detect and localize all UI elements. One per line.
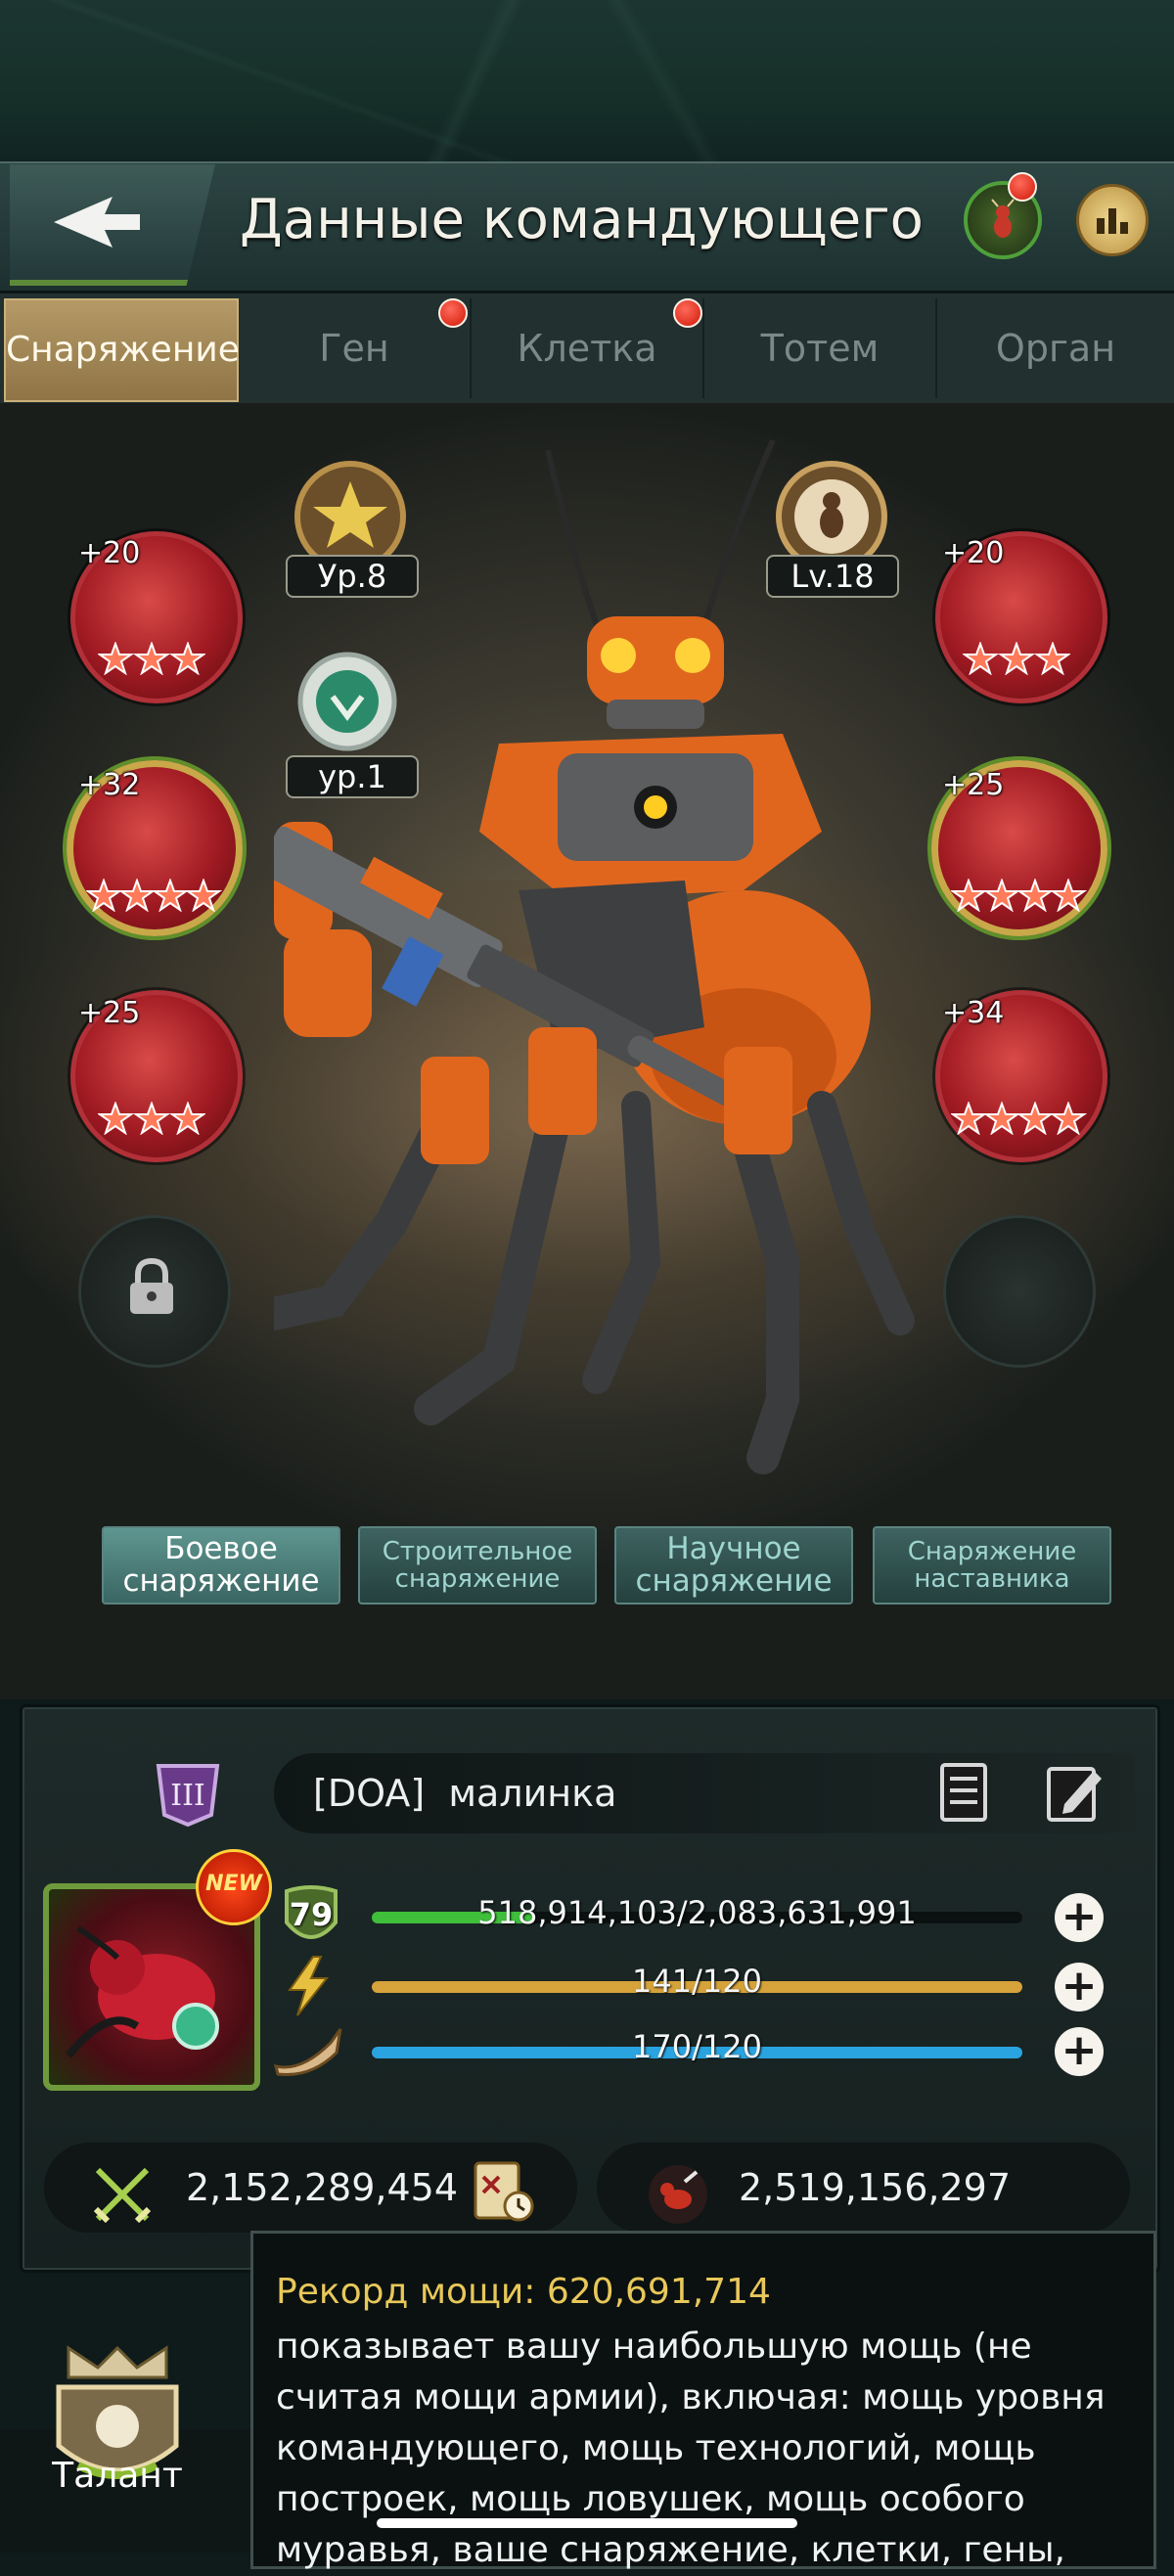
notification-dot (1008, 172, 1037, 202)
star-rating-icon (963, 642, 1070, 675)
alliance-tag: [DOA] (313, 1772, 426, 1815)
power-value: 2,152,289,454 (186, 2166, 459, 2209)
slot-bonus: +32 (78, 768, 141, 802)
ranking-button[interactable] (1076, 184, 1149, 256)
category-label-line2: снаряжение (394, 1564, 561, 1594)
add-exp-button[interactable]: + (1055, 1893, 1104, 1942)
category-label-line1: Строительное (382, 1537, 573, 1566)
player-name: [DOA] малинка (313, 1769, 616, 1818)
shield-level-tag: ур.1 (286, 755, 419, 798)
slot-bonus: +34 (942, 996, 1005, 1030)
ant-icon (991, 199, 1015, 238)
category-label-line2: снаряжение (122, 1563, 320, 1599)
ant-level-tag: Lv.18 (766, 555, 899, 598)
category-mentor-gear[interactable]: Снаряжение наставника (873, 1526, 1111, 1604)
tab-cell[interactable]: Клетка (472, 298, 704, 398)
category-label-line1: Боевое (164, 1531, 278, 1566)
edit-icon[interactable] (1045, 1761, 1104, 1824)
shield-medal-icon (297, 652, 397, 751)
tab-equipment[interactable]: Снаряжение (4, 298, 240, 402)
slot-bonus: +25 (942, 768, 1005, 802)
tooltip-body: показывает вашу наибольшую мощь (не счит… (276, 2327, 1106, 2570)
crossed-swords-icon (93, 2167, 152, 2224)
tab-organ[interactable]: Орган (937, 298, 1174, 398)
lightning-icon (288, 1956, 330, 2016)
commander-level: 79 (289, 1896, 334, 1933)
tab-totem[interactable]: Тотем (704, 298, 937, 398)
category-science-gear[interactable]: Научное снаряжение (614, 1526, 853, 1604)
star-rating-icon (951, 1102, 1088, 1135)
category-label-line1: Научное (666, 1531, 801, 1566)
new-badge: NEW (196, 1849, 272, 1925)
add-energy-button[interactable]: + (1055, 1963, 1104, 2011)
document-icon[interactable] (934, 1761, 993, 1824)
back-button[interactable] (10, 164, 215, 286)
slot-bonus: +20 (78, 536, 141, 570)
exp-text: 518,914,103/2,083,631,991 (477, 1894, 917, 1931)
tab-gene[interactable]: Ген (239, 298, 472, 398)
add-stamina-button[interactable]: + (1055, 2027, 1104, 2076)
talent-button[interactable] (39, 2338, 196, 2524)
energy-text: 141/120 (632, 1963, 762, 2000)
category-building-gear[interactable]: Строительное снаряжение (358, 1526, 597, 1604)
alliance-rank-icon: III (156, 1764, 220, 1827)
stamina-text: 170/120 (632, 2028, 762, 2065)
talent-label: Талант (52, 2456, 183, 2496)
tab-gene-dot (438, 298, 468, 328)
rank-level-tag: Ур.8 (286, 555, 419, 598)
kills-value: 2,519,156,297 (739, 2166, 1012, 2209)
star-rating-icon (98, 642, 205, 675)
slot-bonus: +20 (942, 536, 1005, 570)
page-title: Данные командующего (240, 188, 924, 251)
slot-bonus: +25 (78, 996, 141, 1030)
back-arrow-icon (54, 197, 140, 248)
star-rating-icon (951, 879, 1088, 912)
category-label-line1: Снаряжение (907, 1537, 1077, 1566)
tooltip-title: Рекорд мощи: 620,691,714 (276, 2272, 771, 2312)
power-history-icon[interactable] (470, 2157, 538, 2226)
kill-count-icon (649, 2165, 707, 2224)
star-rating-icon (86, 879, 223, 912)
category-combat-gear[interactable]: Боевое снаряжение (102, 1526, 340, 1604)
empty-slot[interactable] (943, 1215, 1096, 1368)
player-name-text: малинка (448, 1772, 617, 1815)
lock-icon (130, 1257, 173, 1314)
star-rating-icon (98, 1102, 205, 1135)
category-label-line2: наставника (914, 1564, 1070, 1594)
horn-icon (273, 2028, 342, 2076)
svg-text:III: III (170, 1779, 205, 1813)
category-label-line2: снаряжение (635, 1563, 833, 1599)
tab-cell-dot (673, 298, 702, 328)
bar-chart-icon (1097, 208, 1128, 234)
home-indicator[interactable] (377, 2518, 797, 2528)
top-background (0, 0, 1174, 161)
